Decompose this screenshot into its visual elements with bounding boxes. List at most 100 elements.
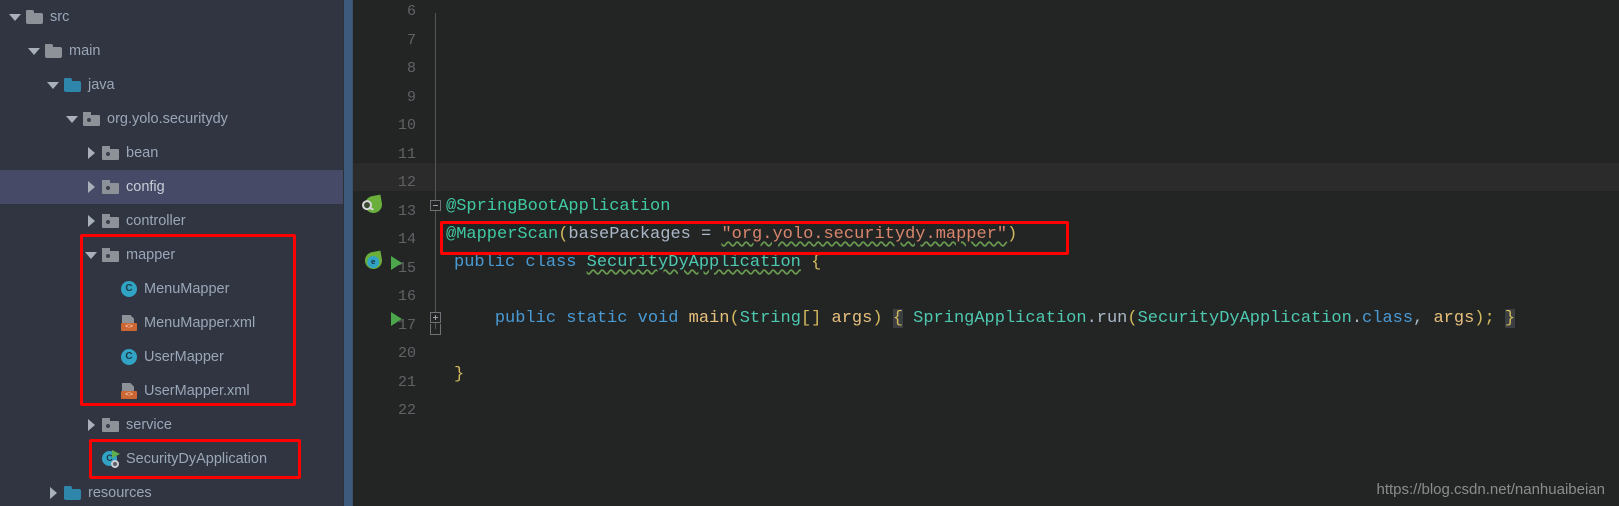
mapperscan-annotation: @MapperScan: [446, 225, 559, 244]
line-number: 10: [397, 117, 416, 134]
current-line-highlight: [353, 163, 1619, 191]
chevron-right-icon[interactable]: [84, 214, 98, 228]
package-icon: [102, 248, 119, 262]
chevron-right-icon[interactable]: [46, 486, 60, 500]
tree-item-label: resources: [88, 485, 152, 501]
line-number: 21: [397, 373, 416, 391]
tree-item-config[interactable]: config: [0, 170, 343, 204]
tree-item-src[interactable]: src: [0, 0, 343, 34]
package-icon: [83, 112, 100, 126]
tree-item-resources[interactable]: resources: [0, 476, 343, 506]
code-line-17[interactable]: public static void main(String[] args) {…: [454, 305, 1516, 334]
type-string: String: [739, 309, 801, 328]
run-icon[interactable]: [391, 312, 402, 326]
comma: ,: [1413, 309, 1434, 328]
xml-file-icon: <>: [121, 383, 137, 399]
no-chevron: [103, 384, 117, 398]
tree-item-label: MenuMapper.xml: [144, 315, 256, 331]
no-chevron: [84, 452, 98, 466]
ide-window: src main java org.yolo.securitydy bean config…: [0, 0, 1619, 506]
tree-item-controller[interactable]: controller: [0, 204, 343, 238]
chevron-down-icon[interactable]: [46, 78, 60, 92]
tree-item-menumapper-xml[interactable]: <> MenuMapper.xml: [0, 306, 343, 340]
chevron-down-icon[interactable]: [65, 112, 79, 126]
chevron-right-icon[interactable]: [84, 146, 98, 160]
tree-item-label: UserMapper: [144, 349, 224, 365]
code-line-21[interactable]: }: [454, 361, 464, 390]
tree-item-label: service: [126, 417, 172, 433]
keyword-class: class: [525, 253, 577, 272]
tree-item-label: bean: [126, 145, 159, 161]
tree-item-label: src: [50, 9, 70, 25]
package-icon: [102, 146, 119, 160]
arg-class-ref: SecurityDyApplication: [1137, 309, 1352, 328]
keyword-public: public: [454, 253, 516, 272]
mapper-package-string: "org.yolo.securitydy.mapper": [721, 225, 1008, 244]
paren-open: (: [558, 225, 569, 244]
line-number: 7: [406, 31, 416, 49]
tree-item-label: mapper: [126, 247, 176, 263]
paren-close: ): [1007, 225, 1018, 244]
project-tree: src main java org.yolo.securitydy bean config…: [0, 0, 343, 506]
watermark-url: https://blog.csdn.net/nanhuaibeian: [1376, 481, 1605, 498]
arg-args: args: [1433, 309, 1475, 328]
xml-file-icon: <>: [121, 315, 137, 331]
chevron-right-icon[interactable]: [84, 418, 98, 432]
tree-item-bean[interactable]: bean: [0, 136, 343, 170]
tree-item-usermapper[interactable]: C UserMapper: [0, 340, 343, 374]
brace-open: {: [811, 253, 822, 272]
param-args: args: [831, 309, 873, 328]
spring-config-search-icon[interactable]: [361, 194, 384, 215]
spring-bean-icon[interactable]: e: [363, 250, 384, 271]
tree-item-java[interactable]: java: [0, 68, 343, 102]
package-icon: [102, 418, 119, 432]
folder-blue-icon: [64, 78, 81, 92]
tree-item-securitydyapplication[interactable]: C SecurityDyApplication: [0, 442, 343, 476]
tree-item-mapper[interactable]: mapper: [0, 238, 343, 272]
dot: .: [1086, 309, 1097, 328]
springboot-annotation: @SpringBootApplication: [446, 197, 671, 216]
code-line-13[interactable]: @SpringBootApplication: [446, 193, 670, 222]
basepackages-param: basePackages: [568, 225, 691, 244]
line-number: 12: [397, 174, 416, 191]
line-number: 20: [397, 345, 416, 362]
class-literal-keyword: class: [1362, 309, 1414, 328]
keyword-public: public: [494, 309, 557, 328]
line-number: 9: [406, 88, 416, 106]
chevron-down-icon[interactable]: [84, 248, 98, 262]
fold-expand-icon[interactable]: [430, 312, 441, 323]
class-name-securitydyapplication: SecurityDyApplication: [586, 253, 801, 272]
java-class-icon: C: [121, 349, 137, 365]
brace-close-highlighted: }: [1504, 309, 1516, 328]
chevron-down-icon[interactable]: [27, 44, 41, 58]
tree-item-label: config: [126, 179, 165, 195]
tree-item-label: java: [88, 77, 115, 93]
line-number: 8: [406, 60, 416, 77]
keyword-static: static: [566, 309, 628, 328]
project-tree-panel[interactable]: src main java org.yolo.securitydy bean config…: [0, 0, 343, 506]
code-line-15[interactable]: public class SecurityDyApplication {: [454, 249, 821, 278]
call-paren-open: (: [1127, 309, 1138, 328]
class-brace-close: }: [454, 365, 465, 384]
fold-collapse-icon[interactable]: [430, 200, 441, 211]
folder-icon: [45, 44, 62, 58]
run-icon[interactable]: [391, 256, 402, 270]
no-chevron: [103, 316, 117, 330]
tree-item-org-yolo-securitydy[interactable]: org.yolo.securitydy: [0, 102, 343, 136]
tree-item-usermapper-xml[interactable]: <> UserMapper.xml: [0, 374, 343, 408]
method-name-main: main: [688, 309, 730, 328]
java-class-icon: C: [121, 281, 137, 297]
tree-item-service[interactable]: service: [0, 408, 343, 442]
chevron-right-icon[interactable]: [84, 180, 98, 194]
no-chevron: [103, 350, 117, 364]
code-fold-guide: [435, 13, 436, 329]
tree-item-label: MenuMapper: [144, 281, 230, 297]
code-editor-panel[interactable]: 6 7 8 9 10 11 12 13 14 15 16 17 20 21 22 e @SpringBoot…: [343, 0, 1619, 506]
no-chevron: [103, 282, 117, 296]
line-number: 17: [397, 316, 416, 334]
tree-item-main[interactable]: main: [0, 34, 343, 68]
paren-close: ): [872, 309, 883, 328]
code-line-14[interactable]: @MapperScan(basePackages = "org.yolo.sec…: [446, 221, 1017, 250]
chevron-down-icon[interactable]: [8, 10, 22, 24]
tree-item-menumapper[interactable]: C MenuMapper: [0, 272, 343, 306]
